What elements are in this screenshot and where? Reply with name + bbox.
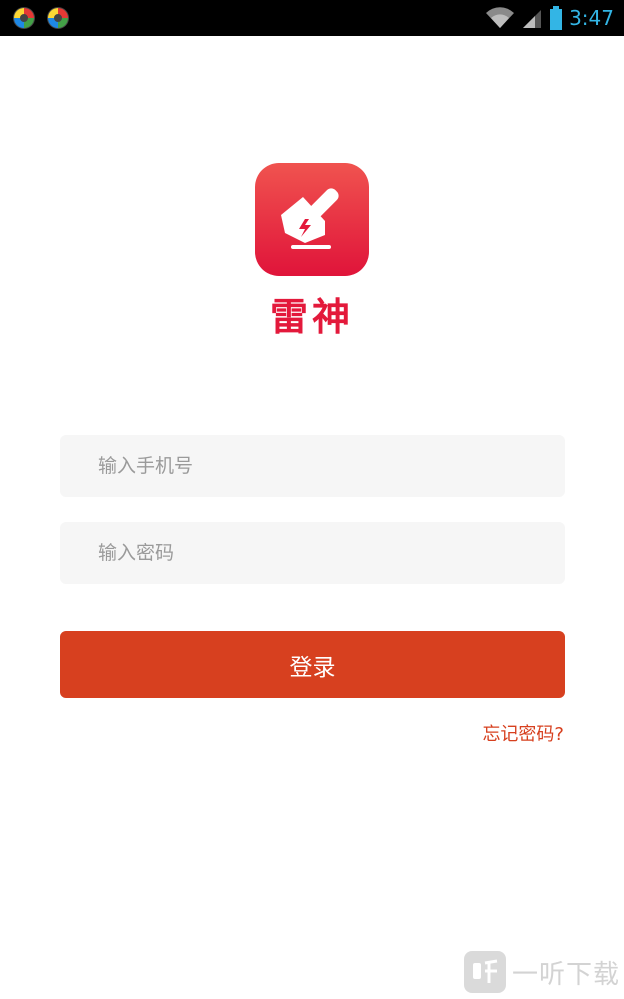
forgot-password-link[interactable]: 忘记密码? [482, 720, 564, 746]
app-notification-icon [12, 6, 36, 30]
app-logo-icon [255, 163, 369, 276]
status-time: 3:47 [569, 6, 614, 30]
signal-icon [523, 10, 542, 28]
notification-icons [12, 6, 70, 30]
password-input[interactable] [60, 522, 565, 584]
login-button[interactable]: 登录 [60, 631, 565, 698]
status-bar: 3:47 [0, 0, 624, 36]
battery-icon [550, 6, 563, 30]
phone-input[interactable] [60, 435, 565, 497]
system-status: 3:47 [485, 0, 614, 36]
wifi-icon [486, 7, 515, 29]
watermark: 一听下载 [463, 951, 620, 993]
app-notification-icon [46, 6, 70, 30]
watermark-text: 一听下载 [511, 959, 620, 990]
app-name: 雷神 [269, 295, 354, 339]
watermark-logo-icon [463, 951, 506, 993]
